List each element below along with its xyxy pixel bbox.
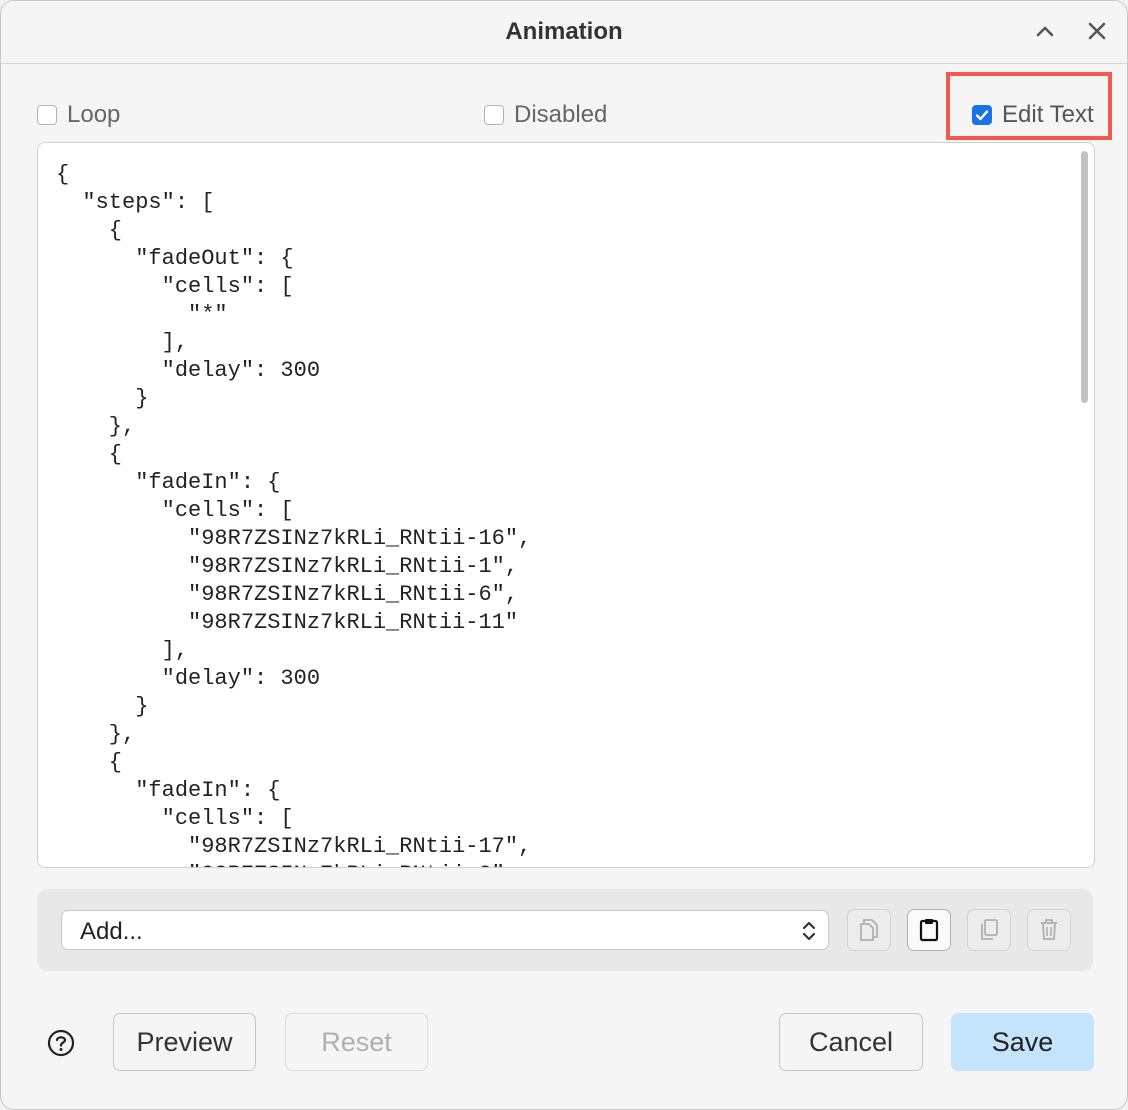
add-select[interactable]: Add...	[61, 910, 829, 950]
copy-icon	[860, 919, 878, 941]
help-icon[interactable]	[47, 1029, 75, 1057]
dialog-title: Animation	[505, 18, 623, 45]
loop-option[interactable]: Loop	[37, 100, 120, 130]
disabled-checkbox[interactable]	[484, 105, 504, 125]
chevron-up-icon[interactable]	[1029, 15, 1061, 47]
step-toolbar: Add...	[37, 889, 1093, 971]
trash-icon	[1041, 919, 1057, 940]
paste-button[interactable]	[907, 909, 951, 951]
cancel-button[interactable]: Cancel	[779, 1013, 923, 1071]
animation-dialog: Animation Loop Disabled Edit Text { "ste…	[0, 0, 1128, 1110]
save-button[interactable]: Save	[951, 1013, 1094, 1071]
paste-icon	[919, 919, 939, 942]
delete-button[interactable]	[1027, 909, 1071, 951]
disabled-label: Disabled	[514, 101, 608, 128]
editor-scrollbar[interactable]	[1081, 151, 1088, 403]
json-text[interactable]: { "steps": [ { "fadeOut": { "cells": [ "…	[56, 161, 531, 867]
duplicate-icon	[981, 919, 998, 940]
edit-text-highlight	[946, 72, 1112, 140]
loop-label: Loop	[67, 101, 121, 128]
json-editor[interactable]: { "steps": [ { "fadeOut": { "cells": [ "…	[37, 142, 1095, 868]
preview-button[interactable]: Preview	[113, 1013, 256, 1071]
close-icon[interactable]	[1081, 15, 1113, 47]
select-arrows-icon	[800, 919, 818, 948]
add-select-value: Add...	[80, 918, 143, 945]
loop-checkbox[interactable]	[37, 105, 57, 125]
duplicate-button[interactable]	[967, 909, 1011, 951]
copy-button[interactable]	[847, 909, 891, 951]
disabled-option[interactable]: Disabled	[484, 100, 607, 130]
title-bar: Animation	[1, 1, 1127, 64]
reset-button[interactable]: Reset	[285, 1013, 428, 1071]
